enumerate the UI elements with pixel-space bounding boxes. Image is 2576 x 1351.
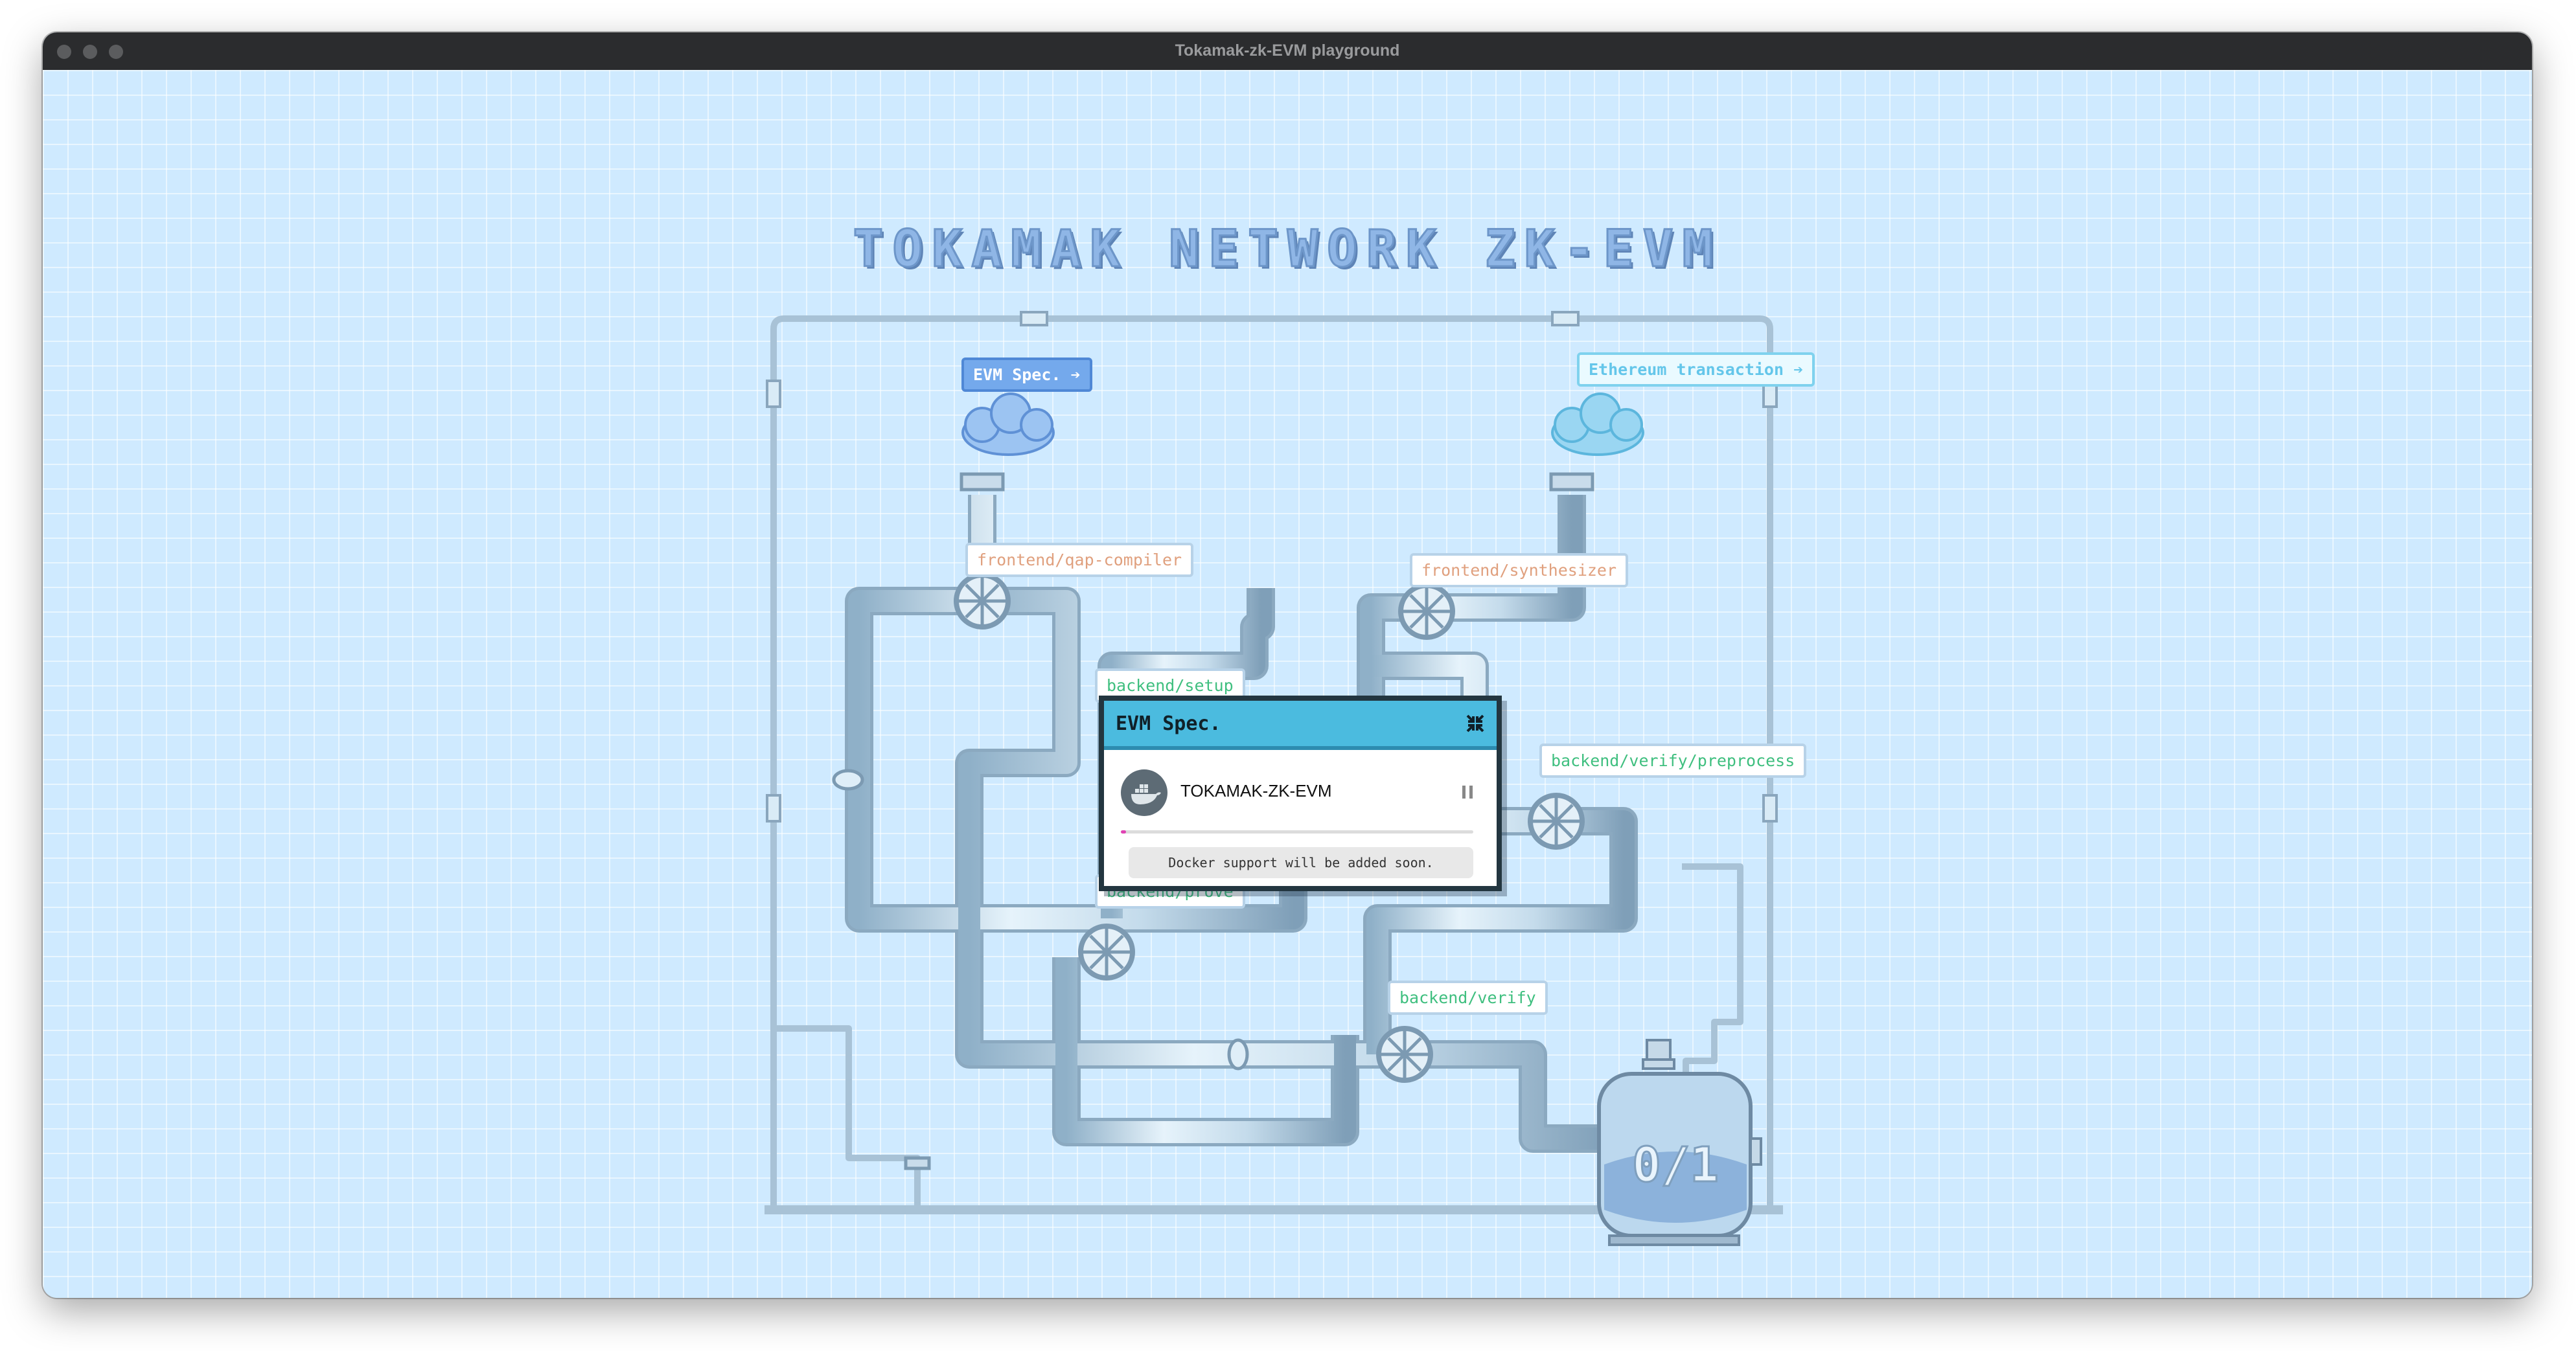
pause-icon[interactable] (1462, 785, 1473, 799)
valve-wheel-icon[interactable] (1398, 583, 1455, 640)
ethereum-transaction-link[interactable]: Ethereum transaction ➔ (1577, 352, 1815, 387)
cloud-icon (961, 392, 1055, 456)
progress-bar[interactable] (1121, 830, 1473, 834)
title-bar: Tokamak-zk-EVM playground (43, 32, 2532, 71)
valve-wheel-icon[interactable] (954, 573, 1011, 630)
docker-icon (1121, 769, 1167, 816)
stage-label-verify[interactable]: backend/verify (1388, 981, 1548, 1015)
player-name: TOKAMAK-ZK-EVM (1180, 781, 1332, 800)
valve-wheel-icon[interactable] (1078, 924, 1135, 981)
cloud-icon (1551, 392, 1644, 456)
evm-spec-link[interactable]: EVM Spec. ➔ (961, 358, 1092, 392)
stage-label-qap-compiler[interactable]: frontend/qap-compiler (965, 543, 1194, 577)
valve-wheel-icon[interactable] (1528, 793, 1585, 850)
docker-note: Docker support will be added soon. (1129, 847, 1473, 878)
stage-label-preprocess[interactable]: backend/verify/preprocess (1539, 744, 1807, 778)
progress-fill (1121, 830, 1127, 834)
tank-count: 0/1 (1632, 1137, 1719, 1193)
playground-canvas: 0/1 TOKAMAK NETWORK ZK-EVM EVM Spec. ➔ E… (43, 70, 2532, 1298)
page-title: TOKAMAK NETWORK ZK-EVM (852, 220, 1722, 280)
evm-spec-modal: EVM Spec. TOKAMAK-ZK-EVM Docker support … (1099, 696, 1502, 891)
modal-header: EVM Spec. (1104, 701, 1497, 750)
stage-label-synthesizer[interactable]: frontend/synthesizer (1410, 553, 1629, 587)
modal-title: EVM Spec. (1116, 712, 1221, 735)
fullscreen-exit-icon[interactable] (1466, 714, 1485, 733)
window-title: Tokamak-zk-EVM playground (1175, 41, 1400, 60)
app-window: Tokamak-zk-EVM playground 0/1 TOKAMAK NE… (43, 32, 2532, 1298)
valve-wheel-icon[interactable] (1376, 1026, 1433, 1083)
